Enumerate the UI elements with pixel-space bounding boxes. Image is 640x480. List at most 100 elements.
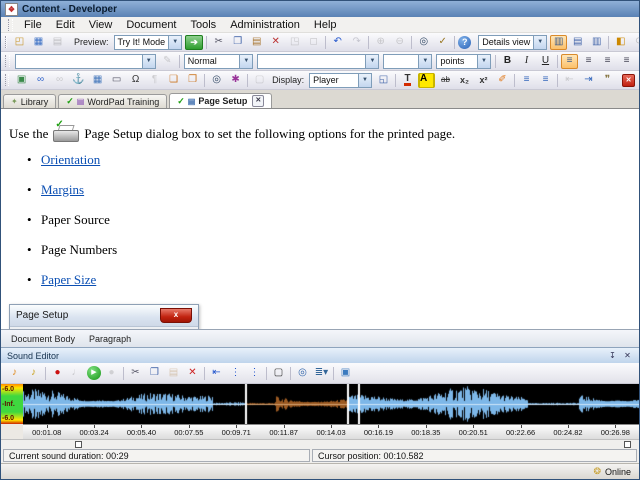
chevron-down-icon[interactable]: ▼ — [358, 73, 371, 87]
eraser-icon[interactable]: ✐ — [494, 73, 511, 88]
paste-icon[interactable]: ▤ — [248, 35, 265, 50]
subscript-icon[interactable]: x₂ — [456, 73, 473, 88]
paper-size-link[interactable]: Paper Size — [41, 272, 96, 287]
play-icon[interactable]: ▶ — [87, 366, 101, 380]
paragraph-format-select[interactable]: Normal ▼ — [183, 53, 254, 69]
record-icon[interactable]: ● — [49, 366, 66, 381]
delete-icon[interactable]: ✕ — [267, 35, 284, 50]
font-size-select[interactable]: ▼ — [383, 53, 433, 69]
line-break-icon[interactable]: ¶ — [146, 73, 163, 88]
delete-sound-icon[interactable]: ✕ — [184, 366, 201, 381]
crop-icon[interactable]: ▢ — [270, 366, 287, 381]
print-icon[interactable]: ▤ — [49, 35, 66, 50]
increase-indent-icon[interactable]: ⇥ — [580, 73, 597, 88]
undo-icon[interactable]: ↶ — [329, 35, 346, 50]
two-pane-view-icon[interactable]: ▥ — [588, 35, 605, 50]
zoom-in-icon[interactable]: ⊕ — [372, 35, 389, 50]
find-text-icon[interactable]: ◎ — [208, 73, 225, 88]
view-options-icon[interactable]: ≣▾ — [313, 366, 330, 381]
cut-icon[interactable]: ✂ — [210, 35, 227, 50]
bold-icon[interactable]: B — [499, 54, 516, 69]
waveform-canvas[interactable] — [23, 384, 639, 424]
split-view-icon[interactable]: ▤ — [569, 35, 586, 50]
path-document-body[interactable]: Document Body — [11, 334, 75, 344]
insert-table-icon[interactable]: ▦ — [89, 73, 106, 88]
tab-library[interactable]: ✦ Library — [3, 94, 57, 108]
display-window-icon[interactable]: ◱ — [375, 73, 392, 88]
special-character-icon[interactable]: Ω — [127, 73, 144, 88]
selection-handle-right[interactable] — [624, 441, 631, 448]
insert-image-icon[interactable]: ▣ — [13, 73, 30, 88]
zoom-wave-icon[interactable]: ◎ — [294, 366, 311, 381]
open-folder-icon[interactable]: ◰ — [11, 35, 28, 50]
display-select[interactable]: Player ▼ — [309, 72, 372, 88]
font-select[interactable]: ▼ — [257, 53, 380, 69]
cut-sound-icon[interactable]: ✂ — [127, 366, 144, 381]
selection-end-icon[interactable]: ⋮ — [246, 366, 263, 381]
format-painter-icon[interactable]: ✎ — [159, 54, 176, 69]
decrease-indent-icon[interactable]: ⇤ — [561, 73, 578, 88]
preview-mode-select[interactable]: Try It! Mode ▼ — [113, 34, 183, 50]
menu-document[interactable]: Document — [119, 18, 183, 32]
margins-link[interactable]: Margins — [41, 182, 84, 197]
selection-bar[interactable] — [1, 439, 639, 448]
remove-link-icon[interactable]: ∞ — [51, 73, 68, 88]
align-justify-icon[interactable]: ≡ — [618, 54, 635, 69]
selection-start-icon[interactable]: ⇤ — [208, 366, 225, 381]
highlight-icon[interactable]: A — [418, 72, 435, 88]
orientation-link[interactable]: Orientation — [41, 152, 100, 167]
close-icon[interactable]: ✕ — [622, 350, 633, 361]
chevron-down-icon[interactable]: ▼ — [533, 35, 547, 49]
document-body[interactable]: Use the ✓ Page Setup dialog box to set t… — [1, 109, 639, 329]
menu-edit[interactable]: Edit — [49, 18, 82, 32]
chevron-down-icon[interactable]: ▼ — [418, 54, 432, 68]
chevron-down-icon[interactable]: ▼ — [476, 54, 490, 68]
align-center-icon[interactable]: ≡ — [580, 54, 597, 69]
selection-handle-left[interactable] — [75, 441, 82, 448]
cursor-marker-icon[interactable]: ⋮ — [227, 366, 244, 381]
path-paragraph[interactable]: Paragraph — [89, 334, 131, 344]
chevron-down-icon[interactable]: ▼ — [168, 35, 182, 49]
strikethrough-icon[interactable]: ab — [437, 73, 454, 88]
sound-editor-title-bar[interactable]: Sound Editor ↧ ✕ — [1, 347, 639, 363]
locked-doc-icon[interactable]: ▢ — [251, 73, 268, 88]
go-preview-icon[interactable]: ➔ — [185, 34, 204, 50]
copy-sound-icon[interactable]: ❐ — [146, 366, 163, 381]
tab-page-setup[interactable]: ✓ ▤ Page Setup ✕ — [169, 93, 273, 108]
save-icon[interactable]: ▦ — [30, 35, 47, 50]
find-icon[interactable]: ◎ — [415, 35, 432, 50]
paste-sound-icon[interactable]: ▤ — [165, 366, 182, 381]
spellcheck-icon[interactable]: ✓ — [434, 35, 451, 50]
menu-view[interactable]: View — [82, 18, 120, 32]
bookmark-list-icon[interactable]: ❐ — [184, 73, 201, 88]
menu-tools[interactable]: Tools — [184, 18, 224, 32]
chevron-down-icon[interactable]: ▼ — [239, 54, 253, 68]
hyperlink-icon[interactable]: ∞ — [32, 73, 49, 88]
view-mode-select[interactable]: Details view ▼ — [478, 34, 548, 50]
zoom-out-icon[interactable]: ⊖ — [391, 35, 408, 50]
menu-help[interactable]: Help — [307, 18, 344, 32]
italic-icon[interactable]: I — [518, 54, 535, 69]
style-select[interactable]: ▼ — [14, 53, 156, 69]
stop-icon[interactable]: ● — [103, 366, 120, 381]
tab-wordpad-training[interactable]: ✓ ▤ WordPad Training — [58, 94, 168, 108]
record-device-icon[interactable]: ♩ — [68, 366, 85, 381]
chevron-down-icon[interactable]: ▼ — [141, 54, 155, 68]
properties-doc-icon[interactable]: ◳ — [286, 35, 303, 50]
folder-properties-icon[interactable]: ◧ — [612, 35, 629, 50]
menu-administration[interactable]: Administration — [223, 18, 307, 32]
numbered-list-icon[interactable]: ≡ — [518, 73, 535, 88]
underline-icon[interactable]: U — [537, 54, 554, 69]
pin-icon[interactable]: ↧ — [607, 350, 618, 361]
chevron-down-icon[interactable]: ▼ — [365, 54, 379, 68]
refresh-icon[interactable]: ⟳ — [631, 35, 640, 50]
anchor-icon[interactable]: ⚓ — [70, 73, 87, 88]
open-sound-icon[interactable]: ♪ — [25, 366, 42, 381]
font-color-icon[interactable]: T — [399, 73, 416, 88]
align-right-icon[interactable]: ≡ — [599, 54, 616, 69]
replace-icon[interactable]: ✱ — [227, 73, 244, 88]
details-view-icon[interactable]: ▥ — [550, 34, 568, 50]
units-select[interactable]: points ▼ — [436, 53, 491, 69]
redo-icon[interactable]: ↷ — [348, 35, 365, 50]
align-left-icon[interactable]: ≡ — [560, 53, 578, 69]
